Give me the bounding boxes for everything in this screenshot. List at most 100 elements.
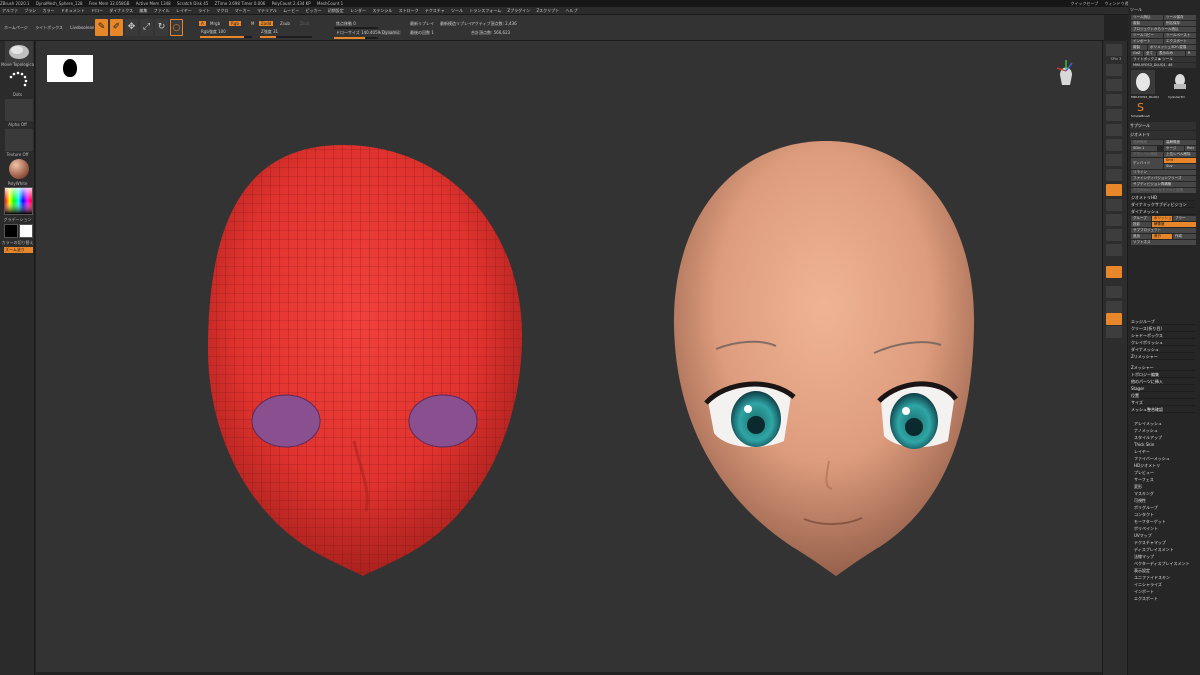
tool-list-item[interactable]: ユニファイドスキン	[1134, 575, 1196, 581]
dynamesh-section-item[interactable]: ダイナメッシュ	[1131, 346, 1195, 353]
claypolish-item[interactable]: クレイポリッシュ	[1131, 339, 1195, 346]
tool-list-item[interactable]: ポリペイント	[1134, 526, 1196, 532]
stroke-slot[interactable]	[5, 69, 33, 93]
lightbox-button[interactable]: ライトボックス	[35, 25, 63, 30]
menu-material[interactable]: マテリアル	[257, 8, 277, 13]
topology-item[interactable]: トポロジー編集	[1131, 371, 1195, 378]
add-button[interactable]: 追加	[1131, 234, 1151, 239]
geometry-section[interactable]: ジオメトリ	[1130, 131, 1196, 139]
menu-alpha[interactable]: アルファ	[2, 8, 18, 13]
clone-button[interactable]: 複製	[1131, 21, 1163, 26]
xpose-button[interactable]	[1106, 326, 1122, 338]
canvas-viewport[interactable]	[36, 41, 1102, 673]
zmesher-item[interactable]: Zメッシャー	[1131, 364, 1195, 371]
softness-slider[interactable]: ソフトネス	[1131, 240, 1196, 245]
home-page-button[interactable]: ホームページ	[4, 25, 28, 30]
zsub-toggle[interactable]: Zsub	[280, 21, 290, 26]
tool-list-item[interactable]: マスキング	[1134, 491, 1196, 497]
color-swap-label[interactable]: カラーの切り替え	[0, 240, 35, 246]
scroll-button[interactable]	[1106, 64, 1122, 76]
menu-stencil[interactable]: ステンシル	[372, 8, 392, 13]
higher-res-button[interactable]: 高解像度	[1164, 140, 1196, 145]
tool-list-item[interactable]: テクスチャマップ	[1134, 540, 1196, 546]
goz-button[interactable]: GoZ	[1131, 51, 1143, 56]
insert-item[interactable]: 他のパーツに挿入	[1131, 378, 1195, 385]
ghost-button[interactable]	[1106, 301, 1122, 313]
linefill-button[interactable]	[1106, 266, 1122, 278]
divide-button[interactable]: ディバイド	[1131, 158, 1163, 169]
shadowbox-item[interactable]: シャドーボックス	[1131, 332, 1195, 339]
save-as-button[interactable]: 別名保存	[1164, 21, 1196, 26]
perspective-button[interactable]	[1106, 139, 1122, 151]
secondary-color-swatch[interactable]	[19, 224, 33, 238]
solo-button[interactable]	[1106, 313, 1122, 325]
tool-list-item[interactable]: インポート	[1134, 589, 1196, 595]
floor-button[interactable]	[1106, 154, 1122, 166]
tool-list-item[interactable]: サーフェス	[1134, 477, 1196, 483]
orientation-gizmo[interactable]	[1056, 60, 1073, 85]
zoom-button[interactable]	[1106, 79, 1122, 91]
tool-list-item[interactable]: アレイメッシュ	[1134, 421, 1196, 427]
draw-mode-button[interactable]: ✐	[110, 19, 123, 36]
edgeloop-item[interactable]: エッジループ	[1131, 318, 1195, 325]
r-button[interactable]: R	[1186, 51, 1196, 56]
rgb-toggle[interactable]: Rgb	[229, 21, 241, 26]
mesh-integrity-item[interactable]: メッシュ整合確認	[1131, 406, 1195, 413]
bpr-button[interactable]	[1106, 44, 1122, 56]
freeze-subdiv-button[interactable]: ファインディバジョンフリーズ	[1131, 176, 1196, 181]
rotate-mode-button[interactable]: ↻	[155, 19, 168, 36]
menu-document[interactable]: ドキュメント	[61, 8, 85, 13]
tool-list-item[interactable]: レイヤー	[1134, 449, 1196, 455]
cage-button[interactable]: ケージ	[1164, 146, 1184, 151]
dynamic-subdiv-item[interactable]: ダイナミックサブディビジョン	[1131, 201, 1195, 208]
menu-stroke[interactable]: ストローク	[399, 8, 419, 13]
mrgb-toggle[interactable]: Mrgb	[210, 21, 220, 26]
visible-button[interactable]: 表示のみ	[1157, 51, 1185, 56]
menu-picker[interactable]: ピッカー	[306, 8, 322, 13]
menu-preferences[interactable]: 初期設定	[328, 8, 344, 13]
texture-slot[interactable]	[5, 129, 33, 151]
draw-size-slider[interactable]	[334, 37, 378, 39]
tool-thumb-cylinder[interactable]	[1168, 70, 1192, 94]
groups-toggle[interactable]: グループ	[1131, 216, 1151, 221]
menu-render[interactable]: レンダー	[350, 8, 366, 13]
move-button[interactable]	[1106, 214, 1122, 226]
subprojection-slider[interactable]: サブプロジェクト	[1131, 228, 1196, 233]
tool-list-item[interactable]: エクスポート	[1134, 596, 1196, 602]
main-color-swatch[interactable]	[4, 224, 18, 238]
quicksave-button[interactable]: クイックセーブ	[1070, 1, 1098, 6]
frame-button[interactable]	[1106, 199, 1122, 211]
tool-list-item[interactable]: コンタクト	[1134, 512, 1196, 518]
dynamic-button[interactable]	[1106, 124, 1122, 136]
sdiv-slider[interactable]: SDiv 1	[1131, 146, 1157, 151]
import-button[interactable]: インポート	[1131, 39, 1163, 44]
paste-tool-button[interactable]: ツールペースト	[1164, 33, 1196, 38]
tool-list-item[interactable]: UVマップ	[1134, 533, 1196, 539]
tool-thumb-head[interactable]	[1131, 70, 1155, 94]
menu-zplugin[interactable]: Zプラグイン	[507, 8, 530, 13]
lightbox-tool-button[interactable]: ライトボックス ▶ ツール	[1131, 57, 1196, 62]
alpha-slot[interactable]	[5, 99, 33, 121]
tool-list-item[interactable]: ベクターディスプレイスメント	[1134, 561, 1196, 567]
menu-macro[interactable]: マクロ	[216, 8, 228, 13]
transp-button[interactable]	[1106, 286, 1122, 298]
scale-button[interactable]	[1106, 229, 1122, 241]
menu-dynamics[interactable]: ダイナミクス	[109, 8, 133, 13]
actual-size-button[interactable]	[1106, 94, 1122, 106]
focal-shift-slider[interactable]	[334, 27, 378, 29]
dynamesh-item[interactable]: ダイナメッシュ	[1131, 208, 1195, 215]
subtool-section[interactable]: サブツール	[1130, 122, 1196, 130]
tool-list-item[interactable]: ナノメッシュ	[1134, 428, 1196, 434]
del-lower-button[interactable]: 下位レベル削除	[1131, 152, 1163, 157]
menu-edit[interactable]: 編集	[139, 8, 147, 13]
last-replay-button[interactable]: 最新リプレイ	[410, 21, 434, 27]
zadd-toggle[interactable]: Zadd	[259, 21, 274, 26]
geometry-hd-item[interactable]: ジオメトリHD	[1131, 194, 1195, 201]
menu-file[interactable]: ファイル	[154, 8, 170, 13]
tool-list-item[interactable]: スタイルアップ	[1134, 435, 1196, 441]
zcut-toggle[interactable]: Zcut	[300, 21, 309, 26]
load-tool-button[interactable]: ツール読込	[1131, 15, 1163, 20]
reconstruct-subdiv-button[interactable]: サブディビジョン再構築	[1131, 182, 1196, 187]
material-slot[interactable]	[5, 158, 33, 180]
save-tool-button[interactable]: ツール保存	[1164, 15, 1196, 20]
